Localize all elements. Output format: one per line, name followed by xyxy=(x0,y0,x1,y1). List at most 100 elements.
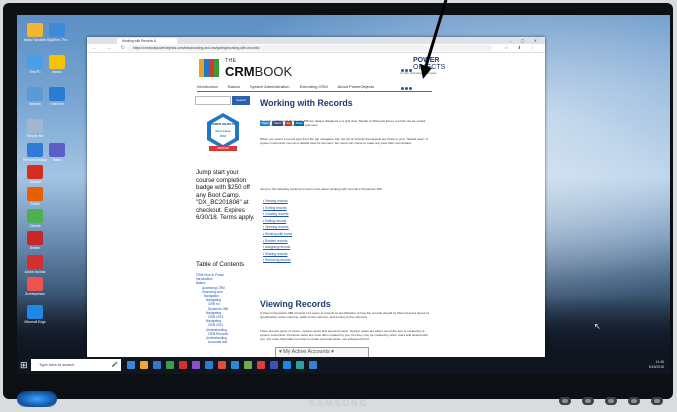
app-icon xyxy=(27,255,43,269)
monitor-brand: SAMSUNG xyxy=(308,398,369,408)
desktop-icon[interactable]: Acrobat xyxy=(23,165,47,184)
desktop-icon[interactable]: Teams xyxy=(45,143,69,162)
desktop-icon-label: Adobe Acrobat xyxy=(24,270,46,274)
badge-camp: Boot Camp xyxy=(215,129,231,133)
app-icon xyxy=(27,23,43,37)
windows-start-icon[interactable]: ⊞ xyxy=(20,360,28,371)
monitor-button[interactable] xyxy=(559,397,571,405)
taskbar-app-icon[interactable] xyxy=(140,361,148,369)
taskbar-search-placeholder: Type here to search xyxy=(39,362,75,367)
desktop-icon-label: Screenpresso xyxy=(25,292,45,296)
section-link[interactable]: Opening records xyxy=(263,224,292,231)
section-link[interactable]: Viewing records xyxy=(263,198,292,205)
bootcamp-badge[interactable]: POWER OBJECTS Boot Camp 2018 VERIFIED xyxy=(203,113,243,161)
desktop-icon-label: Nancy Tanushin xyxy=(23,38,47,42)
browser-window: Working with Records & – ▢ ✕ ← → ↻ ⌂ htt… xyxy=(87,37,545,371)
menu-introduction[interactable]: Introduction xyxy=(197,84,218,89)
desktop-icon-label: Teams xyxy=(52,158,62,162)
menu-system-administration[interactable]: System Administration xyxy=(250,84,290,89)
views-paragraph: A View in Dynamics 365 consists of a que… xyxy=(260,311,429,320)
desktop-icon[interactable]: Norton xyxy=(45,55,69,74)
system-tray[interactable]: 11:48 6/18/2018 xyxy=(649,357,664,370)
taskbar-app-icon[interactable] xyxy=(127,361,135,369)
section-title-viewing-records: Viewing Records xyxy=(260,299,331,309)
section-link[interactable]: Creating records xyxy=(263,211,292,218)
views-screenshot-header: ▾ My Active Accounts ▾ xyxy=(279,349,334,355)
desktop-icon-label: OneDrive xyxy=(50,102,64,106)
menu-extending-crm[interactable]: Extending CRM xyxy=(300,84,328,89)
desktop-icon[interactable]: Adobe Acrobat xyxy=(23,255,47,274)
menu-about[interactable]: About PowerObjects xyxy=(338,84,374,89)
desktop: Nancy Tanushin SkyDrive - Pro This PC Norto… xyxy=(17,15,670,374)
window-controls[interactable]: – ▢ ✕ xyxy=(509,37,541,44)
taskbar-app-icon[interactable] xyxy=(231,361,239,369)
app-icon xyxy=(27,231,43,245)
desktop-icon[interactable]: Microsoft Edge xyxy=(23,305,47,324)
desktop-icon[interactable]: Brother xyxy=(23,231,47,250)
search-button[interactable]: Search xyxy=(232,96,250,105)
taskbar-search-input[interactable]: Type here to search 🎤 xyxy=(31,359,121,371)
section-link[interactable]: Removing records xyxy=(263,257,292,264)
app-icon xyxy=(27,87,43,101)
badge-year: 2018 xyxy=(219,134,227,138)
share-buttons: Tweet Like 0 G+ Share xyxy=(260,111,306,126)
menu-basics[interactable]: Basics xyxy=(228,84,240,89)
section-link[interactable]: Working with forms xyxy=(263,231,292,238)
annotation-arrow-icon xyxy=(420,0,448,79)
section-link[interactable]: Related records xyxy=(263,238,292,245)
app-icon xyxy=(27,209,43,223)
desktop-icon[interactable]: Chrome xyxy=(23,209,47,228)
desktop-icon[interactable]: OneDrive xyxy=(45,87,69,106)
taskbar-app-icon[interactable] xyxy=(244,361,252,369)
logo-crmbook: CRMBOOK xyxy=(225,64,293,79)
app-icon xyxy=(49,87,65,101)
desktop-icon-label: Acrobat xyxy=(29,180,41,184)
monitor-button[interactable] xyxy=(605,397,617,405)
section-link[interactable]: Editing records xyxy=(263,218,292,225)
monitor-button[interactable] xyxy=(628,397,640,405)
taskbar-app-icon[interactable] xyxy=(257,361,265,369)
section-link[interactable]: Sorting records xyxy=(263,205,292,212)
section-link[interactable]: Sharing records xyxy=(263,251,292,258)
browser-menu-icons[interactable]: ☆ ⬇ ⋮ xyxy=(504,44,539,52)
app-icon xyxy=(27,143,43,157)
toc-item[interactable]: Accounts and xyxy=(196,340,258,344)
desktop-icon-label: This PC xyxy=(29,70,41,74)
desktop-icon-label: Firefox xyxy=(30,202,40,206)
desktop-icon[interactable]: Remote Desktop xyxy=(23,143,47,162)
desktop-icon-label: Microsoft Edge xyxy=(24,320,46,324)
microphone-icon[interactable]: 🎤 xyxy=(112,359,118,371)
desktop-icon[interactable]: Screenpresso xyxy=(23,277,47,296)
toc-title: Table of Contents xyxy=(196,261,245,268)
default-view-paragraph: When you select a record type from the t… xyxy=(260,137,428,146)
monitor-power-button[interactable] xyxy=(651,397,663,405)
desktop-icon[interactable]: This PC xyxy=(23,55,47,74)
desktop-icon[interactable]: Nancy Tanushin xyxy=(23,23,47,42)
search-input[interactable] xyxy=(195,96,231,105)
desktop-icon[interactable]: Firefox xyxy=(23,187,47,206)
monitor-button[interactable] xyxy=(582,397,594,405)
app-icon xyxy=(49,23,65,37)
taskbar-app-icon[interactable] xyxy=(218,361,226,369)
badge-verified: VERIFIED xyxy=(209,146,237,151)
desktop-icon[interactable]: Network xyxy=(23,87,47,106)
desktop-icon-label: Remote Desktop xyxy=(23,158,47,162)
taskbar-app-icon[interactable] xyxy=(192,361,200,369)
section-link[interactable]: Assigning records xyxy=(263,244,292,251)
toc-list: CRM How-to Portal Introduction Basics Acces… xyxy=(196,273,258,344)
view-types-paragraph: There are two types of views—system view… xyxy=(260,329,428,342)
section-links: Viewing recordsSorting recordsCreating r… xyxy=(263,198,292,264)
desktop-icon[interactable]: Recycle Bin xyxy=(23,119,47,138)
taskbar-app-icon[interactable] xyxy=(270,361,278,369)
taskbar-app-icon[interactable] xyxy=(179,361,187,369)
taskbar-app-icon[interactable] xyxy=(153,361,161,369)
taskbar-app-icon[interactable] xyxy=(309,361,317,369)
desktop-icon[interactable]: SkyDrive - Pro xyxy=(45,23,69,42)
taskbar-app-icon[interactable] xyxy=(283,361,291,369)
desktop-icon-label: Recycle Bin xyxy=(26,134,44,138)
taskbar: ⊞ Type here to search 🎤 11:48 6/18/2018 xyxy=(17,357,670,374)
taskbar-app-icon[interactable] xyxy=(166,361,174,369)
web-page: THE CRMBOOK POWER OBJECTS An HCL Technol… xyxy=(87,53,545,371)
taskbar-app-icon[interactable] xyxy=(296,361,304,369)
taskbar-app-icon[interactable] xyxy=(205,361,213,369)
